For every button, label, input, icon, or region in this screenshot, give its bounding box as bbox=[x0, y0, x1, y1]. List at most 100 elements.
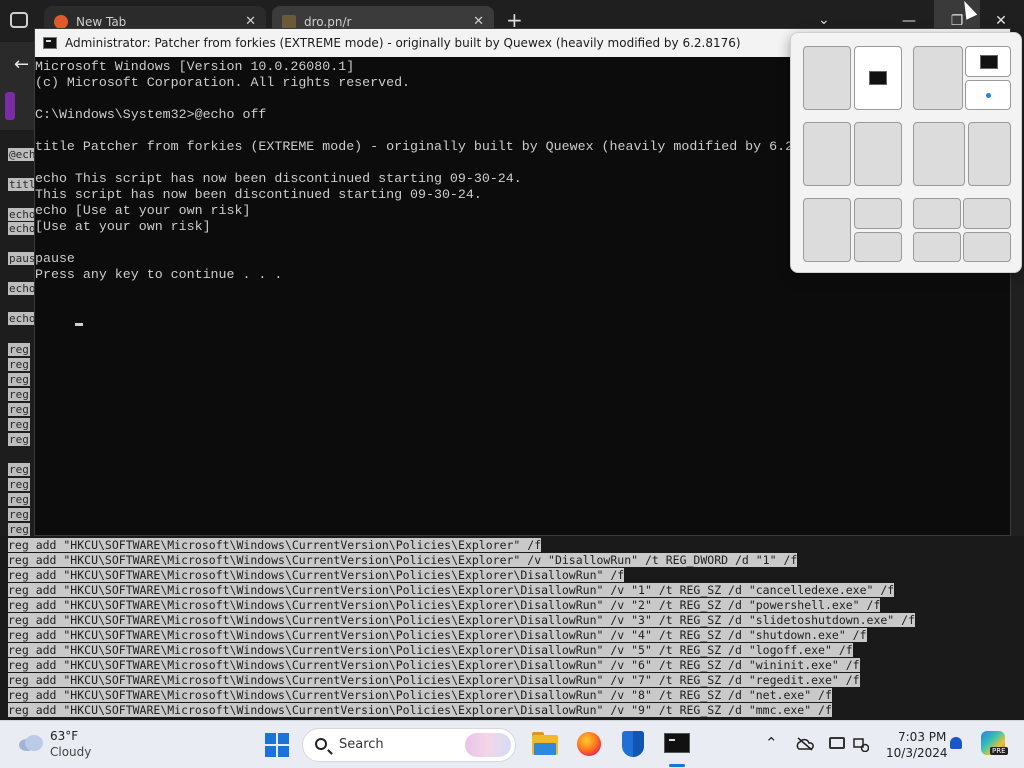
show-hidden-icons-chevron-icon[interactable]: ⌃ bbox=[765, 734, 778, 752]
clock-time[interactable]: 7:03 PM bbox=[898, 730, 946, 744]
snap-zone-quad-tr[interactable] bbox=[963, 198, 1011, 229]
console-line: C:\Windows\System32>@echo off bbox=[35, 107, 267, 122]
console-line: This script has now been discontinued st… bbox=[35, 187, 482, 202]
code-line-text: reg add "HKCU\SOFTWARE\Microsoft\Windows… bbox=[8, 688, 832, 702]
snap-zone-col-1[interactable] bbox=[913, 122, 965, 186]
pre-badge: PRE bbox=[990, 747, 1008, 755]
code-line-text: reg add "HKCU\SOFTWARE\Microsoft\Windows… bbox=[8, 583, 895, 597]
code-listing: reg add "HKCU\SOFTWARE\Microsoft\Windows… bbox=[0, 536, 1024, 720]
taskbar: 63°F Cloudy Search ⌃ 7:03 PM 10/3/2024 P… bbox=[0, 720, 1024, 768]
left-code-fragment: reg bbox=[8, 463, 30, 476]
console-title: Administrator: Patcher from forkies (EXT… bbox=[65, 36, 741, 50]
code-line-text: reg add "HKCU\SOFTWARE\Microsoft\Windows… bbox=[8, 613, 915, 627]
snap-zone-quad-tl[interactable] bbox=[913, 198, 961, 229]
folder-tab-icon bbox=[282, 15, 296, 29]
search-placeholder: Search bbox=[339, 737, 384, 752]
code-line: reg add "HKCU\SOFTWARE\Microsoft\Windows… bbox=[8, 538, 542, 553]
tab-label: New Tab bbox=[76, 15, 127, 29]
left-code-fragment: reg bbox=[8, 493, 30, 506]
console-line: (c) Microsoft Corporation. All rights re… bbox=[35, 75, 411, 90]
windows-security-icon[interactable] bbox=[618, 729, 648, 759]
console-line: Press any key to continue . . . bbox=[35, 267, 283, 282]
code-line: reg add "HKCU\SOFTWARE\Microsoft\Windows… bbox=[8, 673, 860, 688]
snap-zone-third-mid[interactable] bbox=[854, 122, 902, 186]
clock-date[interactable]: 10/3/2024 bbox=[886, 746, 948, 760]
notification-bell-icon[interactable] bbox=[950, 737, 962, 749]
code-line: reg add "HKCU\SOFTWARE\Microsoft\Windows… bbox=[8, 598, 881, 613]
code-line: reg add "HKCU\SOFTWARE\Microsoft\Windows… bbox=[8, 583, 895, 598]
console-line: pause bbox=[35, 251, 75, 266]
search-highlight-icon bbox=[465, 733, 511, 757]
left-code-fragment: reg bbox=[8, 388, 30, 401]
console-line: title Patcher from forkies (EXTREME mode… bbox=[35, 139, 794, 154]
console-line: Microsoft Windows [Version 10.0.26080.1] bbox=[35, 59, 355, 74]
snap-zone-quad-bl[interactable] bbox=[913, 232, 961, 262]
taskbar-search-box[interactable]: Search bbox=[302, 728, 516, 762]
left-code-fragment: reg bbox=[8, 508, 30, 521]
code-line-text: reg add "HKCU\SOFTWARE\Microsoft\Windows… bbox=[8, 568, 625, 582]
weather-temperature[interactable]: 63°F bbox=[50, 729, 78, 743]
code-line: reg add "HKCU\SOFTWARE\Microsoft\Windows… bbox=[8, 613, 915, 628]
file-explorer-icon[interactable] bbox=[530, 729, 560, 759]
snap-zone-bottom-right[interactable] bbox=[965, 80, 1011, 110]
active-app-indicator bbox=[669, 764, 685, 767]
left-code-fragment: echo bbox=[8, 282, 37, 295]
left-code-fragment: reg bbox=[8, 418, 30, 431]
code-line: reg add "HKCU\SOFTWARE\Microsoft\Windows… bbox=[8, 553, 798, 568]
snap-zone-half-left[interactable] bbox=[803, 46, 851, 110]
code-line-text: reg add "HKCU\SOFTWARE\Microsoft\Windows… bbox=[8, 628, 867, 642]
tab-label: dro.pn/r bbox=[304, 15, 352, 29]
left-code-fragment: reg bbox=[8, 373, 30, 386]
firefox-icon[interactable] bbox=[574, 729, 604, 759]
code-line: reg add "HKCU\SOFTWARE\Microsoft\Windows… bbox=[8, 628, 867, 643]
left-code-fragment: reg bbox=[8, 523, 30, 536]
code-line-text: reg add "HKCU\SOFTWARE\Microsoft\Windows… bbox=[8, 703, 832, 717]
cloud-icon[interactable] bbox=[18, 734, 44, 752]
left-code-fragment: reg bbox=[8, 478, 30, 491]
snap-zone-col-2[interactable] bbox=[968, 122, 1011, 186]
snap-zone-quad-br[interactable] bbox=[963, 232, 1011, 262]
back-arrow-icon[interactable]: ← bbox=[14, 54, 29, 75]
weather-condition[interactable]: Cloudy bbox=[50, 745, 91, 759]
code-line: reg add "HKCU\SOFTWARE\Microsoft\Windows… bbox=[8, 703, 832, 718]
left-code-fragment: reg bbox=[8, 403, 30, 416]
network-icon[interactable] bbox=[853, 736, 869, 752]
left-code-fragment: @ech bbox=[8, 148, 37, 161]
left-code-fragment: paus bbox=[8, 252, 37, 265]
new-tab-button[interactable]: + bbox=[506, 10, 523, 30]
sidebar-app-chip[interactable] bbox=[5, 92, 15, 120]
code-line: reg add "HKCU\SOFTWARE\Microsoft\Windows… bbox=[8, 568, 625, 583]
left-code-fragment: echo bbox=[8, 222, 37, 235]
snap-layouts-flyout bbox=[790, 32, 1022, 273]
console-line: echo This script has now been discontinu… bbox=[35, 171, 522, 186]
tab-actions-icon[interactable] bbox=[10, 12, 28, 28]
left-code-fragment: titl bbox=[8, 178, 37, 191]
cmd-icon bbox=[43, 37, 57, 49]
snap-zone-left-column[interactable] bbox=[803, 198, 851, 262]
code-line-text: reg add "HKCU\SOFTWARE\Microsoft\Windows… bbox=[8, 673, 860, 687]
snap-zone-top-right[interactable] bbox=[965, 46, 1011, 77]
snap-zone-half-right[interactable] bbox=[854, 46, 902, 110]
text-cursor bbox=[75, 323, 83, 326]
search-icon bbox=[315, 738, 327, 750]
cursor-dot-icon bbox=[986, 93, 991, 98]
cmd-preview-icon bbox=[980, 55, 998, 69]
snap-zone-right-top[interactable] bbox=[854, 198, 902, 229]
console-line: [Use at your own risk] bbox=[35, 219, 211, 234]
display-icon[interactable] bbox=[829, 737, 845, 749]
console-line: echo [Use at your own risk] bbox=[35, 203, 251, 218]
start-icon[interactable] bbox=[265, 733, 289, 757]
snap-zone-two-thirds-left[interactable] bbox=[913, 46, 963, 110]
code-line: reg add "HKCU\SOFTWARE\Microsoft\Windows… bbox=[8, 643, 853, 658]
cmd-preview-icon bbox=[869, 71, 887, 85]
snap-zone-third-left[interactable] bbox=[803, 122, 851, 186]
code-line-text: reg add "HKCU\SOFTWARE\Microsoft\Windows… bbox=[8, 658, 860, 672]
terminal-icon[interactable] bbox=[662, 729, 692, 759]
code-line-text: reg add "HKCU\SOFTWARE\Microsoft\Windows… bbox=[8, 553, 798, 567]
left-code-fragment: echo bbox=[8, 312, 37, 325]
tab-list-chevron-icon[interactable]: ⌄ bbox=[818, 12, 830, 28]
code-line-text: reg add "HKCU\SOFTWARE\Microsoft\Windows… bbox=[8, 538, 542, 552]
snap-zone-right-bottom[interactable] bbox=[854, 232, 902, 262]
code-line-text: reg add "HKCU\SOFTWARE\Microsoft\Windows… bbox=[8, 598, 881, 612]
onedrive-offline-icon[interactable] bbox=[796, 737, 814, 751]
